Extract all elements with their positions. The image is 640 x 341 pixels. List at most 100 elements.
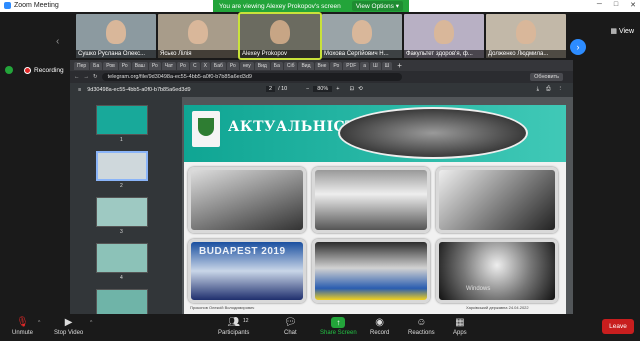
chat-label: Chat <box>284 330 297 336</box>
browser-tab[interactable]: Пер <box>74 61 90 70</box>
browser-tab[interactable]: Ро <box>177 61 189 70</box>
strip-next-icon[interactable]: › <box>570 39 586 55</box>
browser-tab[interactable]: Ров <box>103 61 118 70</box>
thumbnail-page[interactable] <box>96 197 148 227</box>
browser-tab[interactable]: Чат <box>161 61 177 70</box>
browser-tab[interactable]: Вне <box>314 61 330 70</box>
thumbnail-page-selected[interactable] <box>96 151 148 181</box>
apps-grid-icon: ▦ <box>455 317 465 328</box>
fencer-closeup-photo <box>436 239 558 303</box>
browser-tab[interactable]: Ро <box>118 61 131 70</box>
browser-tab[interactable]: Вид <box>254 61 270 70</box>
apps-button[interactable]: ▦ Apps <box>453 317 467 336</box>
unmute-button[interactable]: 🎙︎ Unmute <box>12 317 33 336</box>
browser-tab[interactable]: Ба <box>90 61 103 70</box>
recording-label: Recording <box>34 66 64 74</box>
browser-tab[interactable]: С <box>189 61 200 70</box>
recording-icon <box>24 66 31 74</box>
app-title-text: Zoom Meeting <box>14 2 59 9</box>
browser-tab[interactable]: Ш <box>370 61 381 70</box>
fencer-portrait-photo <box>436 167 558 233</box>
thumbnail-page[interactable] <box>96 289 148 314</box>
record-button[interactable]: ◉ Record <box>370 317 389 336</box>
chat-button[interactable]: 💬︎ Chat <box>284 317 297 336</box>
fencing-hall-photo <box>312 167 430 233</box>
zoom-titlebar: Zoom Meeting You are viewing Alexey Prok… <box>0 0 640 12</box>
university-emblem-icon <box>192 111 220 147</box>
zoom-in-icon[interactable]: + <box>336 86 339 92</box>
back-icon[interactable]: ← <box>74 74 80 80</box>
video-camera-icon: ▶︎ <box>64 317 73 328</box>
more-icon[interactable]: ⋮ <box>558 86 564 93</box>
share-screen-button[interactable]: ↑ Share Screen <box>320 317 357 336</box>
participant-tile-active-speaker[interactable]: Alexey Prokopov <box>238 12 322 60</box>
meeting-status: Recording <box>5 66 64 74</box>
browser-tab[interactable]: Ба <box>270 61 283 70</box>
browser-tab[interactable]: Ш <box>381 61 393 70</box>
close-icon[interactable]: ✕ <box>630 1 636 9</box>
pdf-actions: ⤓ ⎙ ⋮ <box>537 86 563 93</box>
fencers-oval-photo <box>338 107 528 159</box>
participant-face <box>434 20 454 44</box>
reactions-label: Reactions <box>408 330 435 336</box>
print-icon[interactable]: ⎙ <box>546 86 550 93</box>
participant-tile[interactable]: Долженко Людмила... <box>486 14 566 58</box>
minimize-icon[interactable]: ─ <box>597 1 602 9</box>
participant-tile[interactable]: Факультет здоров'я, ф... <box>404 14 484 58</box>
page-number-input[interactable]: 2 <box>266 86 276 92</box>
shield-icon[interactable] <box>5 66 13 74</box>
slide-header: АКТУАЛЬНІСТЬ <box>184 105 566 162</box>
browser-tab[interactable]: Ваш <box>131 61 148 70</box>
view-button[interactable]: ▦ View <box>610 27 634 36</box>
thumbnail-page[interactable] <box>96 105 148 135</box>
browser-tab[interactable]: Ро <box>226 61 239 70</box>
browser-tab[interactable]: неу <box>239 61 254 70</box>
fit-page-icon[interactable]: ⊡ <box>349 86 354 92</box>
page-total: / 10 <box>278 86 288 92</box>
view-label: View <box>618 27 634 35</box>
forward-icon[interactable]: → <box>84 74 90 80</box>
windows-watermark: Windows <box>466 286 491 292</box>
new-tab-icon[interactable]: + <box>397 61 402 70</box>
download-icon[interactable]: ⤓ <box>537 86 539 93</box>
slide-page: АКТУАЛЬНІСТЬ BUDAPEST 2019 Windows Проко… <box>184 105 566 314</box>
browser-tab[interactable]: а <box>360 61 370 70</box>
meeting-toolbar: 🎙︎ Unmute ^ ▶︎ Stop Video ^ 👥︎ Participa… <box>0 314 640 341</box>
thumbnail-page[interactable] <box>96 243 148 273</box>
participant-face <box>516 20 536 44</box>
zoom-logo-icon <box>4 2 11 9</box>
browser-tab[interactable]: Ро <box>148 61 161 70</box>
thumbnail-label: 3 <box>120 229 123 235</box>
menu-icon[interactable]: ≡ <box>78 87 81 93</box>
leave-button[interactable]: Leave <box>602 319 634 334</box>
url-field[interactable]: telegram.org/file/9d30498a-ec55-4bb5-a0f… <box>101 73 402 81</box>
browser-tab[interactable]: Сіб <box>283 61 298 70</box>
participants-label: Participants <box>218 330 250 336</box>
reload-icon[interactable]: ↻ <box>93 74 98 80</box>
photo-caption: BUDAPEST 2019 <box>199 246 286 257</box>
participant-tile[interactable]: Сушко Руслана Олекс... <box>76 14 156 58</box>
browser-tab[interactable]: Баб <box>210 61 226 70</box>
reactions-button[interactable]: ☺ Reactions <box>408 317 435 336</box>
browser-tab[interactable]: Вид <box>298 61 314 70</box>
browser-tab[interactable]: PDF <box>343 61 360 70</box>
share-screen-label: Share Screen <box>320 330 357 336</box>
participant-tile[interactable]: Ясько Лілія <box>158 14 238 58</box>
strip-prev-icon[interactable]: ‹ <box>56 36 59 47</box>
view-options-button[interactable]: View Options ▾ <box>351 1 403 11</box>
browser-tab[interactable]: Ро <box>330 61 343 70</box>
zoom-out-icon[interactable]: − <box>306 86 309 92</box>
browser-tab[interactable]: Х <box>200 61 210 70</box>
rotate-icon[interactable]: ⟲ <box>358 86 363 92</box>
stop-video-label: Stop Video <box>54 330 84 336</box>
participant-tile[interactable]: Мохова Сергійович Н... <box>322 14 402 58</box>
viewing-banner: You are viewing Alexey Prokopov's screen… <box>213 0 409 12</box>
zoom-value[interactable]: 80% <box>313 86 333 92</box>
stop-video-button[interactable]: ▶︎ Stop Video <box>54 317 83 336</box>
participant-name: Долженко Людмила... <box>486 50 566 58</box>
update-button[interactable]: Обновить <box>530 73 563 81</box>
video-options-caret-icon[interactable]: ^ <box>90 320 92 326</box>
audio-options-caret-icon[interactable]: ^ <box>38 320 40 326</box>
maximize-icon[interactable]: □ <box>614 1 618 9</box>
team-celebration-photo <box>312 239 430 303</box>
